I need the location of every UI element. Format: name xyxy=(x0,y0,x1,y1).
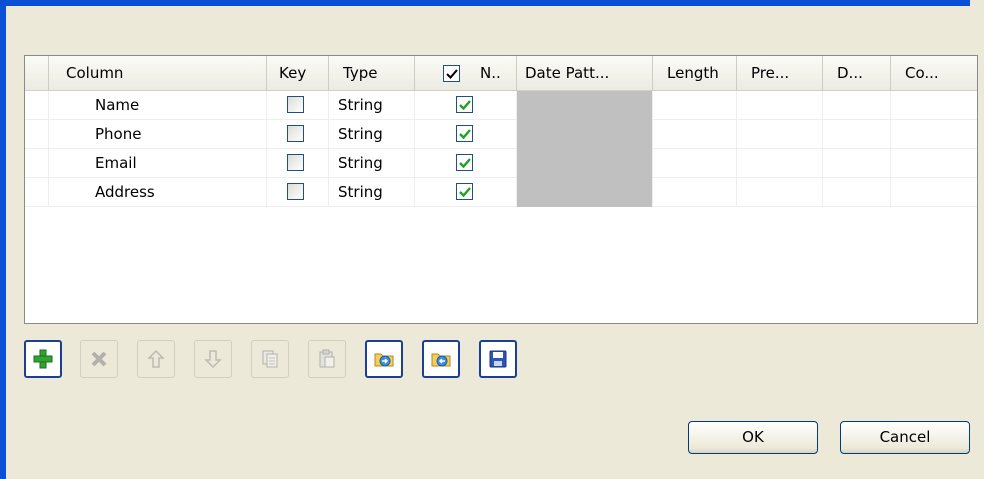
table-row[interactable]: Email String xyxy=(25,149,977,178)
delete-button[interactable] xyxy=(80,340,118,378)
comment-cell[interactable] xyxy=(891,149,977,178)
default-cell[interactable] xyxy=(823,120,891,149)
nullable-checkbox[interactable] xyxy=(456,96,473,113)
table-row[interactable]: Address String xyxy=(25,178,977,207)
length-cell[interactable] xyxy=(653,178,737,207)
key-cell[interactable] xyxy=(267,178,329,207)
checkmark-icon xyxy=(459,187,471,198)
precision-cell[interactable] xyxy=(737,91,823,120)
length-cell[interactable] xyxy=(653,120,737,149)
export-schema-icon xyxy=(431,353,451,367)
paste-icon xyxy=(319,349,335,368)
type-cell[interactable]: String xyxy=(329,120,415,149)
type-cell[interactable]: String xyxy=(329,178,415,207)
import-schema-icon xyxy=(374,353,394,367)
comment-cell[interactable] xyxy=(891,91,977,120)
export-schema-button[interactable] xyxy=(422,340,460,378)
length-cell[interactable] xyxy=(653,149,737,178)
table-row[interactable]: Name String xyxy=(25,91,977,120)
precision-cell[interactable] xyxy=(737,120,823,149)
key-cell[interactable] xyxy=(267,149,329,178)
date-pattern-cell xyxy=(517,120,653,149)
save-icon xyxy=(489,350,507,368)
column-name-cell[interactable]: Name xyxy=(49,91,267,120)
header-nullable-checkbox[interactable] xyxy=(443,65,460,82)
column-header-default[interactable]: D... xyxy=(823,56,891,91)
column-header-comment[interactable]: Co... xyxy=(891,56,977,91)
row-header[interactable] xyxy=(25,91,49,120)
type-cell[interactable]: String xyxy=(329,149,415,178)
comment-cell[interactable] xyxy=(891,178,977,207)
key-cell[interactable] xyxy=(267,120,329,149)
column-header-type[interactable]: Type xyxy=(329,56,415,91)
add-button[interactable] xyxy=(24,340,62,378)
precision-cell[interactable] xyxy=(737,178,823,207)
key-checkbox[interactable] xyxy=(287,125,304,142)
move-down-icon xyxy=(204,350,222,369)
column-header-date-pattern[interactable]: Date Patt... xyxy=(517,56,653,91)
length-cell[interactable] xyxy=(653,91,737,120)
column-name-cell[interactable]: Address xyxy=(49,178,267,207)
nullable-cell[interactable] xyxy=(415,91,517,120)
checkmark-icon xyxy=(446,69,458,79)
comment-cell[interactable] xyxy=(891,120,977,149)
type-cell[interactable]: String xyxy=(329,91,415,120)
column-header-nullable-label: N.. xyxy=(480,64,501,82)
ok-button[interactable]: OK xyxy=(688,421,818,454)
precision-cell[interactable] xyxy=(737,149,823,178)
nullable-cell[interactable] xyxy=(415,120,517,149)
row-header[interactable] xyxy=(25,149,49,178)
row-header-corner xyxy=(25,56,49,91)
move-down-button[interactable] xyxy=(194,340,232,378)
key-checkbox[interactable] xyxy=(287,154,304,171)
column-name-cell[interactable]: Email xyxy=(49,149,267,178)
cancel-button[interactable]: Cancel xyxy=(840,421,970,454)
date-pattern-cell xyxy=(517,178,653,207)
schema-table: Column Key Type N.. Date Patt... Length … xyxy=(24,55,978,324)
window-frame-left xyxy=(0,0,6,479)
copy-button[interactable] xyxy=(251,340,289,378)
save-button[interactable] xyxy=(479,340,517,378)
column-header-column[interactable]: Column xyxy=(49,56,267,91)
delete-icon xyxy=(91,351,107,367)
move-up-button[interactable] xyxy=(137,340,175,378)
checkmark-icon xyxy=(459,100,471,111)
nullable-cell[interactable] xyxy=(415,178,517,207)
date-pattern-cell xyxy=(517,91,653,120)
move-up-icon xyxy=(147,349,165,368)
column-name-cell[interactable]: Phone xyxy=(49,120,267,149)
default-cell[interactable] xyxy=(823,149,891,178)
row-header[interactable] xyxy=(25,178,49,207)
nullable-checkbox[interactable] xyxy=(456,154,473,171)
key-checkbox[interactable] xyxy=(287,183,304,200)
table-header: Column Key Type N.. Date Patt... Length … xyxy=(25,56,977,91)
paste-button[interactable] xyxy=(308,340,346,378)
table-row[interactable]: Phone String xyxy=(25,120,977,149)
key-cell[interactable] xyxy=(267,91,329,120)
window-frame-top xyxy=(0,0,984,6)
default-cell[interactable] xyxy=(823,178,891,207)
column-header-precision[interactable]: Pre... xyxy=(737,56,823,91)
nullable-cell[interactable] xyxy=(415,149,517,178)
copy-icon xyxy=(262,350,278,368)
row-header[interactable] xyxy=(25,120,49,149)
add-icon xyxy=(33,349,53,369)
window-frame-corner xyxy=(970,0,984,8)
default-cell[interactable] xyxy=(823,91,891,120)
import-schema-button[interactable] xyxy=(365,340,403,378)
nullable-checkbox[interactable] xyxy=(456,125,473,142)
key-checkbox[interactable] xyxy=(287,96,304,113)
column-header-nullable[interactable]: N.. xyxy=(415,56,517,91)
checkmark-icon xyxy=(459,129,471,140)
column-header-length[interactable]: Length xyxy=(653,56,737,91)
checkmark-icon xyxy=(459,158,471,169)
date-pattern-cell xyxy=(517,149,653,178)
nullable-checkbox[interactable] xyxy=(456,183,473,200)
column-header-key[interactable]: Key xyxy=(267,56,329,91)
